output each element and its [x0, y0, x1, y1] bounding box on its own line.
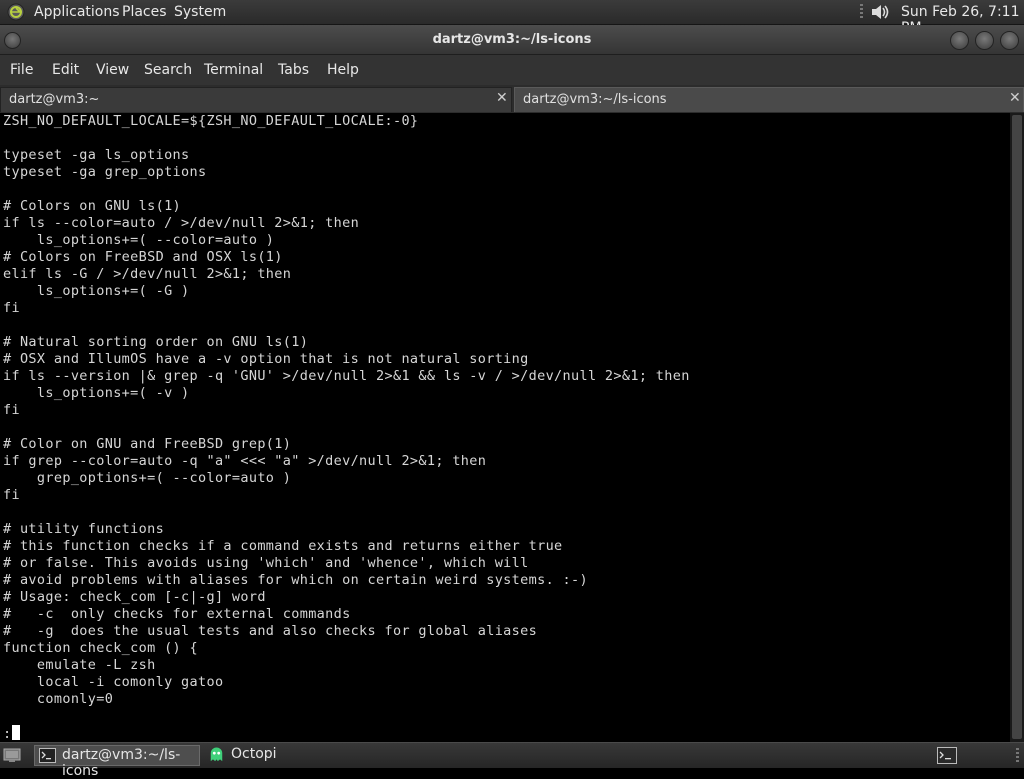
task-label: Octopi: [231, 746, 277, 762]
terminal-line: local -i comonly gatoo: [3, 674, 224, 690]
terminal-line: ls_options+=( --color=auto ): [3, 232, 275, 248]
terminal-line: typeset -ga grep_options: [3, 164, 207, 180]
terminal-line: if ls --version |& grep -q 'GNU' >/dev/n…: [3, 368, 690, 384]
tab-home[interactable]: dartz@vm3:~ ✕: [0, 87, 512, 112]
terminal-icon: [39, 748, 56, 763]
terminal-line: if ls --color=auto / >/dev/null 2>&1; th…: [3, 215, 360, 231]
task-terminal[interactable]: dartz@vm3:~/ls-icons: [34, 745, 200, 779]
terminal-line: :: [3, 725, 690, 742]
terminal-line: # avoid problems with aliases for which …: [3, 572, 588, 588]
menu-view[interactable]: View: [96, 62, 129, 78]
terminal-line: grep_options+=( --color=auto ): [3, 470, 292, 486]
close-tab-icon[interactable]: ✕: [496, 90, 508, 106]
tab-label: dartz@vm3:~/ls-icons: [523, 92, 667, 107]
applications-menu[interactable]: Applications: [34, 4, 120, 20]
menu-help[interactable]: Help: [327, 62, 359, 78]
terminal-line: # Color on GNU and FreeBSD grep(1): [3, 436, 292, 452]
task-octopi[interactable]: Octopi: [204, 745, 314, 766]
minimize-button[interactable]: [950, 31, 969, 50]
terminal-line: # Colors on FreeBSD and OSX ls(1): [3, 249, 283, 265]
terminal-line: fi: [3, 487, 20, 503]
scrollbar-thumb[interactable]: [1012, 115, 1022, 739]
terminal-line: emulate -L zsh: [3, 657, 156, 673]
terminal-line: fi: [3, 402, 20, 418]
terminal-line: # Colors on GNU ls(1): [3, 198, 182, 214]
tab-ls-icons[interactable]: dartz@vm3:~/ls-icons ✕: [514, 87, 1024, 112]
menu-tabs[interactable]: Tabs: [278, 62, 309, 78]
terminal-cursor: [12, 725, 21, 740]
show-desktop-icon[interactable]: [3, 747, 21, 763]
terminal-line: # Usage: check_com [-c|-g] word: [3, 589, 266, 605]
terminal-tray-icon[interactable]: [937, 747, 957, 764]
terminal-line: comonly=0: [3, 691, 114, 707]
top-panel: Applications Places System Sun Feb 26, 7…: [0, 0, 1024, 36]
terminal-line: typeset -ga ls_options: [3, 147, 190, 163]
terminal-line: elif ls -G / >/dev/null 2>&1; then: [3, 266, 292, 282]
menu-edit[interactable]: Edit: [52, 62, 79, 78]
panel-separator: [860, 4, 863, 20]
terminal-scrollbar[interactable]: [1010, 113, 1024, 742]
terminal-view[interactable]: ZSH_NO_DEFAULT_LOCALE=${ZSH_NO_DEFAULT_L…: [0, 113, 1010, 742]
menu-terminal[interactable]: Terminal: [204, 62, 263, 78]
close-window-button[interactable]: [1000, 31, 1019, 50]
terminal-output: ZSH_NO_DEFAULT_LOCALE=${ZSH_NO_DEFAULT_L…: [3, 113, 690, 742]
terminal-line: # or false. This avoids using 'which' an…: [3, 555, 529, 571]
tab-label: dartz@vm3:~: [9, 92, 100, 107]
volume-icon[interactable]: [869, 2, 891, 22]
ghost-icon: [210, 747, 223, 762]
terminal-line: # utility functions: [3, 521, 165, 537]
menu-file[interactable]: File: [10, 62, 33, 78]
places-menu[interactable]: Places: [122, 4, 167, 20]
terminal-line: # this function checks if a command exis…: [3, 538, 563, 554]
terminal-line: ZSH_NO_DEFAULT_LOCALE=${ZSH_NO_DEFAULT_L…: [3, 113, 419, 129]
terminal-line: ls_options+=( -v ): [3, 385, 190, 401]
terminal-line: # -c only checks for external commands: [3, 606, 351, 622]
menu-search[interactable]: Search: [144, 62, 192, 78]
bottom-panel: dartz@vm3:~/ls-icons Octopi: [0, 742, 1024, 779]
terminal-line: if grep --color=auto -q "a" <<< "a" >/de…: [3, 453, 487, 469]
close-tab-icon[interactable]: ✕: [1009, 90, 1021, 106]
panel-separator: [1016, 748, 1019, 764]
terminal-line: function check_com () {: [3, 640, 198, 656]
menubar: File Edit View Search Terminal Tabs Help: [0, 55, 1024, 85]
terminal-line: # OSX and IllumOS have a -v option that …: [3, 351, 529, 367]
system-menu[interactable]: System: [174, 4, 226, 20]
applications-logo-icon[interactable]: [7, 3, 25, 21]
window-title: dartz@vm3:~/ls-icons: [432, 32, 592, 47]
terminal-line: fi: [3, 300, 20, 316]
maximize-button[interactable]: [975, 31, 994, 50]
terminal-line: # Natural sorting order on GNU ls(1): [3, 334, 309, 350]
tab-bar: dartz@vm3:~ ✕ dartz@vm3:~/ls-icons ✕: [0, 85, 1024, 113]
window-titlebar[interactable]: dartz@vm3:~/ls-icons: [0, 25, 1024, 55]
terminal-line: ls_options+=( -G ): [3, 283, 190, 299]
task-label: dartz@vm3:~/ls-icons: [62, 747, 181, 779]
terminal-line: # -g does the usual tests and also check…: [3, 623, 538, 639]
